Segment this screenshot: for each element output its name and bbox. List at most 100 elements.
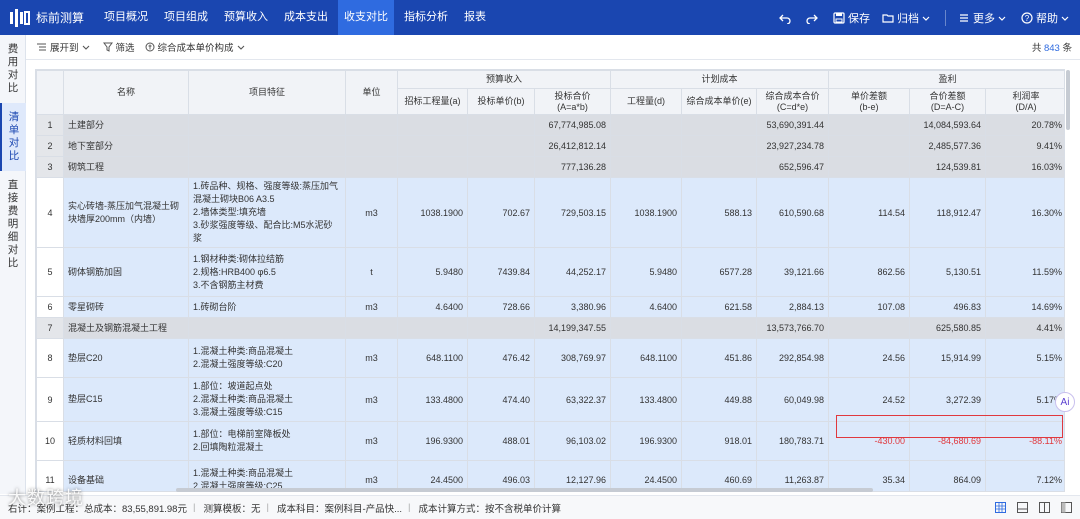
cell-be xyxy=(828,135,910,157)
cell-a xyxy=(397,135,468,157)
cell-feature: 1.砖砌台阶 xyxy=(188,296,346,318)
cell-D: 124,539.81 xyxy=(909,156,986,178)
save-button[interactable]: 保存 xyxy=(833,10,870,26)
split-view-icon[interactable] xyxy=(1038,502,1050,514)
coin-icon xyxy=(145,42,155,52)
table-row[interactable]: 6 零星砌砖 1.砖砌台阶 m3 4.6400 728.66 3,380.96 4.6400 6… xyxy=(36,296,1064,318)
cell-a: 4.6400 xyxy=(397,296,468,318)
side-tab-char: 细 xyxy=(7,231,19,243)
cell-a: 5.9480 xyxy=(397,247,468,297)
cell-name: 混凝土及钢筋混凝土工程 xyxy=(63,317,189,339)
folder-icon xyxy=(882,13,894,23)
status-item: 成本计算方式：按不含税单价计算 xyxy=(418,503,562,515)
nav-tab[interactable]: 项目概况 xyxy=(98,0,154,35)
column-header[interactable]: 投标合价 (A=a*b) xyxy=(534,88,611,115)
grid-view-icon[interactable] xyxy=(994,502,1006,514)
collapse-view-icon[interactable] xyxy=(1060,502,1072,514)
cell-A: 63,322.37 xyxy=(534,377,611,422)
side-tabs: 费用对比清单对比直接费明细对比 xyxy=(0,35,26,494)
nav-tab[interactable]: 成本支出 xyxy=(278,0,334,35)
cell-unit: m3 xyxy=(345,377,398,422)
cell-a: 196.9300 xyxy=(397,421,468,461)
table-row[interactable]: 5 砌体钢筋加固 1.钢材种类:砌体拉结筋 2.规格:HRB400 φ6.5 3.不… xyxy=(36,247,1064,297)
column-header[interactable]: 综合成本合价 (C=d*e) xyxy=(756,88,829,115)
column-header[interactable]: 投标单价(b) xyxy=(467,88,535,115)
cell-be xyxy=(828,156,910,178)
side-tab-char: 明 xyxy=(7,218,19,230)
table-row[interactable]: 9 垫层C15 1.部位：坡道起点处 2.混凝土种类:商品混凝土 3.混凝土强度等级… xyxy=(36,377,1064,422)
undo-button[interactable] xyxy=(779,12,794,24)
cell-b: 702.67 xyxy=(467,177,535,248)
cell-D: 864.09 xyxy=(909,460,986,491)
table-row[interactable]: 7 混凝土及钢筋混凝土工程 14,199,347.55 13,573,766.70 62… xyxy=(36,317,1064,339)
status-separator: | xyxy=(192,502,196,513)
archive-button[interactable]: 归档 xyxy=(882,10,933,26)
table-row[interactable]: 4 实心砖墙-蒸压加气混凝土砌块墙厚200mm（内墙） 1.砖品种、规格、强度等级:… xyxy=(36,177,1064,248)
top-bar: 标前测算 项目概况 项目组成 预算收入 成本支出 收支对比 指标分析 报表 保存 归档 更多… xyxy=(0,0,1080,35)
cell-name: 砌体钢筋加固 xyxy=(63,247,189,297)
nav-tab[interactable]: 项目组成 xyxy=(158,0,214,35)
cell-d xyxy=(610,317,682,339)
nav-tab[interactable]: 收支对比 xyxy=(338,0,395,35)
cell-d: 5.9480 xyxy=(610,247,682,297)
table-row[interactable]: 1 土建部分 67,774,985.08 53,690,391.44 14,084,59… xyxy=(36,114,1064,136)
table-row[interactable]: 8 垫层C20 1.混凝土种类:商品混凝土 2.混凝土强度等级:C20 m3 648.1… xyxy=(36,338,1064,378)
cell-C: 60,049.98 xyxy=(756,377,829,422)
cell-A: 44,252.17 xyxy=(534,247,611,297)
side-tab-char: 清 xyxy=(8,111,20,123)
panel-view-icon[interactable] xyxy=(1016,502,1028,514)
main-nav: 项目概况 项目组成 预算收入 成本支出 收支对比 指标分析 报表 xyxy=(98,0,496,35)
side-tab[interactable]: 费用对比 xyxy=(0,35,26,103)
table-row[interactable]: 3 砌筑工程 777,136.28 652,596.47 124,539.81 16.03… xyxy=(36,156,1064,178)
filter-button[interactable]: 筛选 xyxy=(102,40,135,54)
cell-rate: 14.69% xyxy=(985,296,1064,318)
cell-b: 7439.84 xyxy=(467,247,535,297)
horizontal-scrollbar[interactable] xyxy=(176,488,873,492)
side-tab-char: 比 xyxy=(7,257,19,269)
cell-rate: -88.11% xyxy=(985,421,1064,461)
column-header[interactable]: 工程量(d) xyxy=(610,88,682,115)
cell-D: 15,914.99 xyxy=(909,338,986,378)
nav-tab[interactable]: 预算收入 xyxy=(218,0,274,35)
column-header[interactable]: 合价差额 (D=A-C) xyxy=(909,88,986,115)
nav-tab[interactable]: 报表 xyxy=(458,0,492,35)
cell-d xyxy=(610,114,682,136)
column-header[interactable]: 招标工程量(a) xyxy=(397,88,468,115)
nav-tab[interactable]: 指标分析 xyxy=(398,0,454,35)
cell-D: 5,130.51 xyxy=(909,247,986,297)
cell-rate: 16.03% xyxy=(985,156,1064,178)
help-button[interactable]: ? 帮助 xyxy=(1021,10,1072,26)
cell-A: 729,503.15 xyxy=(534,177,611,248)
side-tab[interactable]: 清单对比 xyxy=(0,103,26,171)
header-name[interactable]: 名称 xyxy=(63,70,189,115)
undo-icon xyxy=(779,14,791,24)
cell-unit: m3 xyxy=(345,338,398,378)
header-unit[interactable]: 单位 xyxy=(345,70,398,115)
column-header[interactable]: 综合成本单价(e) xyxy=(681,88,757,115)
cell-C: 180,783.71 xyxy=(756,421,829,461)
cell-unit xyxy=(345,135,398,157)
cell-b: 476.42 xyxy=(467,338,535,378)
cell-D: 496.83 xyxy=(909,296,986,318)
side-tab[interactable]: 直接费明细对比 xyxy=(0,171,26,278)
table-row[interactable]: 2 地下室部分 26,412,812.14 23,927,234.78 2,485,57… xyxy=(36,135,1064,157)
help-icon: ? xyxy=(1021,11,1033,24)
side-tab-char: 比 xyxy=(7,82,19,94)
composition-button[interactable]: 综合成本单价构成 xyxy=(145,40,248,54)
expand-to-button[interactable]: 展开到 xyxy=(36,40,93,54)
cell-be: 24.56 xyxy=(828,338,910,378)
cell-feature: 1.部位：坡道起点处 2.混凝土种类:商品混凝土 3.混凝土强度等级:C15 xyxy=(188,377,346,422)
side-tab-char: 对 xyxy=(7,69,19,81)
more-button[interactable]: 更多 xyxy=(958,10,1009,26)
divider xyxy=(945,9,946,26)
redo-button[interactable] xyxy=(806,12,821,24)
header-feature[interactable]: 项目特征 xyxy=(188,70,346,115)
column-header[interactable]: 利润率 (D/A) xyxy=(985,88,1064,115)
toolbar: 展开到 筛选 综合成本单价构成 共 843 条 xyxy=(26,35,1080,60)
table-row[interactable]: 10 轻质材料回填 1.部位：电梯前室降板处 2.回填陶粒混凝土 m3 196.9300… xyxy=(36,421,1064,461)
cell-idx: 6 xyxy=(36,296,64,318)
column-header[interactable]: 单价差额 (b-e) xyxy=(828,88,910,115)
chevron-down-icon xyxy=(1061,16,1069,21)
ai-assistant-button[interactable]: Ai xyxy=(1055,392,1075,412)
vertical-scrollbar[interactable] xyxy=(1066,70,1070,130)
